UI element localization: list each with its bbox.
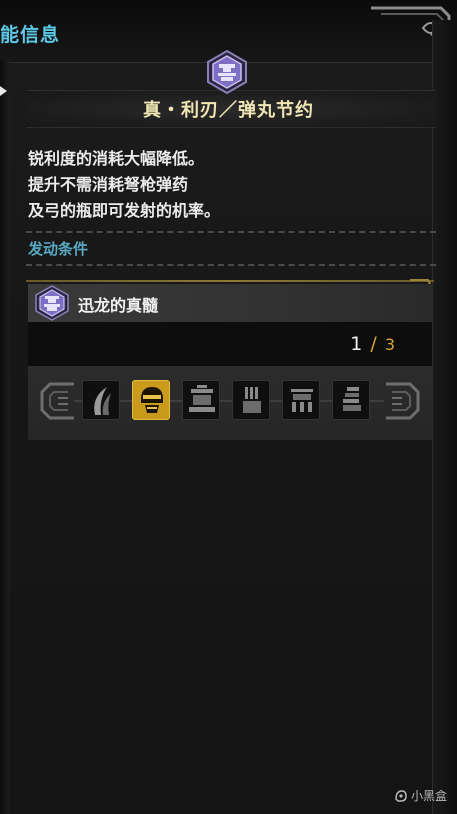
skill-gem-icon (35, 285, 69, 321)
description-line: 锐利度的消耗大幅降低。 (28, 149, 205, 168)
piece-count-separator: / (370, 333, 377, 355)
slot-arms[interactable] (232, 380, 270, 420)
left-ornament-icon (40, 382, 74, 420)
skill-info-panel: 能信息 真・利刃／弹丸节约 锐利度的消耗大幅降低。 提升不需消耗弩枪弹药 及弓的… (0, 0, 457, 814)
description-line: 提升不需消耗弩枪弹药 (28, 175, 189, 194)
cursor-arrow-icon (0, 86, 7, 96)
skill-description: 锐利度的消耗大幅降低。 提升不需消耗弩枪弹药 及弓的瓶即可发射的机率。 (28, 146, 220, 224)
condition-label: 发动条件 (28, 240, 89, 258)
leg-armor-icon (343, 387, 361, 411)
divider (26, 231, 436, 233)
skill-gem-icon (207, 50, 247, 94)
right-ornament-icon (386, 382, 420, 420)
gauntlet-icon (243, 387, 261, 413)
divider (26, 264, 436, 266)
claw-icon (94, 387, 111, 415)
watermark-text: 小黑盒 (410, 789, 447, 803)
slot-weapon[interactable] (82, 380, 120, 420)
frame-left (0, 60, 10, 814)
waist-armor-icon (291, 389, 313, 412)
frame-right (432, 20, 457, 814)
slot-head[interactable] (132, 380, 170, 420)
slot-chest[interactable] (182, 380, 220, 420)
description-line: 及弓的瓶即可发射的机率。 (28, 201, 221, 220)
slot-waist[interactable] (282, 380, 320, 420)
slot-legs[interactable] (332, 380, 370, 420)
header-title: 能信息 (0, 24, 61, 46)
heybox-logo-icon (395, 790, 407, 802)
helmet-icon (141, 387, 163, 413)
piece-count-current: 1 (350, 333, 363, 355)
piece-count: 1 / 3 (350, 333, 395, 355)
condition-set-name: 迅龙的真髓 (78, 296, 159, 315)
skill-title: 真・利刃／弹丸节约 (143, 100, 314, 121)
piece-count-total: 3 (384, 335, 395, 354)
watermark: 小黑盒 (394, 787, 447, 804)
gold-divider (26, 280, 434, 282)
chest-armor-icon (189, 385, 215, 412)
